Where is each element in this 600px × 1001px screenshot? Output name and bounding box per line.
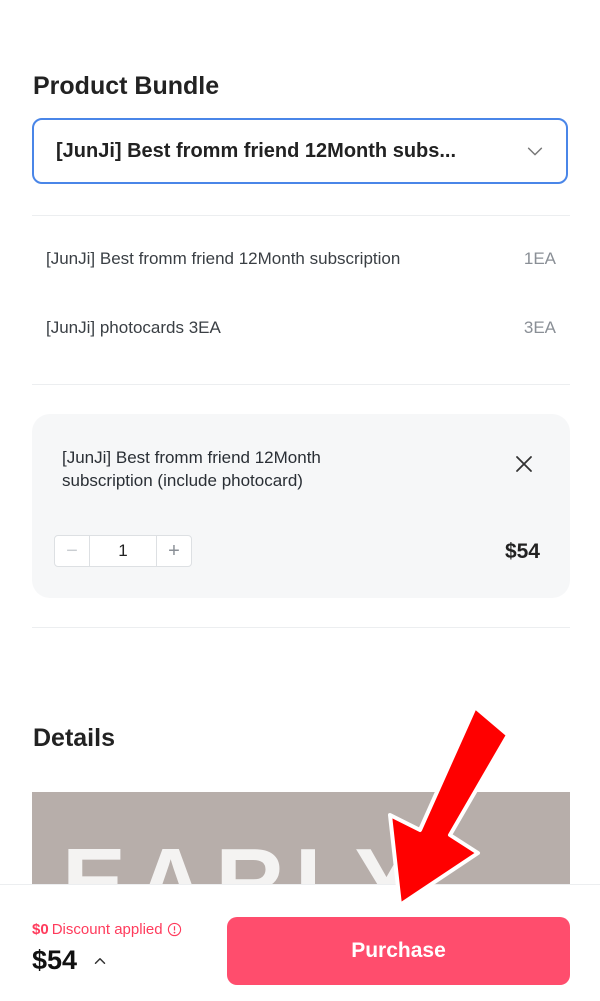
selected-item-title: [JunJi] Best fromm friend 12Month subscr… — [62, 448, 321, 490]
product-bundle-title: Product Bundle — [33, 72, 220, 100]
bundle-item-name: [JunJi] photocards 3EA — [46, 318, 221, 337]
details-title: Details — [33, 724, 115, 752]
close-icon[interactable] — [512, 452, 536, 476]
bundle-item-row: [JunJi] Best fromm friend 12Month subscr… — [46, 249, 556, 269]
bundle-item-row: [JunJi] photocards 3EA 3EA — [46, 318, 556, 338]
selected-item-price: $54 — [504, 540, 540, 563]
info-icon[interactable] — [167, 922, 182, 937]
minus-icon[interactable]: − — [55, 536, 89, 566]
total-price-toggle[interactable]: $54 — [32, 945, 109, 976]
discount-info: $0 Discount applied — [32, 921, 182, 938]
annotation-arrow-icon — [388, 705, 510, 907]
divider — [32, 384, 570, 385]
total-price: $54 — [32, 945, 78, 975]
quantity-stepper: − 1 + — [54, 535, 192, 567]
purchase-button[interactable]: Purchase — [227, 917, 570, 985]
chevron-up-icon — [94, 957, 106, 964]
discount-amount: $0 — [32, 921, 49, 938]
divider — [32, 215, 570, 216]
plus-icon[interactable]: + — [157, 536, 191, 566]
bundle-item-qty: 1EA — [523, 249, 556, 268]
bundle-select-value: [JunJi] Best fromm friend 12Month subs..… — [56, 139, 457, 162]
bundle-item-name: [JunJi] Best fromm friend 12Month subscr… — [46, 249, 401, 268]
bundle-select[interactable]: [JunJi] Best fromm friend 12Month subs..… — [32, 118, 568, 184]
bundle-item-qty: 3EA — [523, 318, 556, 337]
selected-item-card: [JunJi] Best fromm friend 12Month subscr… — [32, 414, 570, 598]
discount-label: Discount applied — [51, 921, 163, 938]
chevron-down-icon — [527, 147, 543, 156]
divider — [32, 627, 570, 628]
quantity-input[interactable]: 1 — [89, 536, 157, 566]
